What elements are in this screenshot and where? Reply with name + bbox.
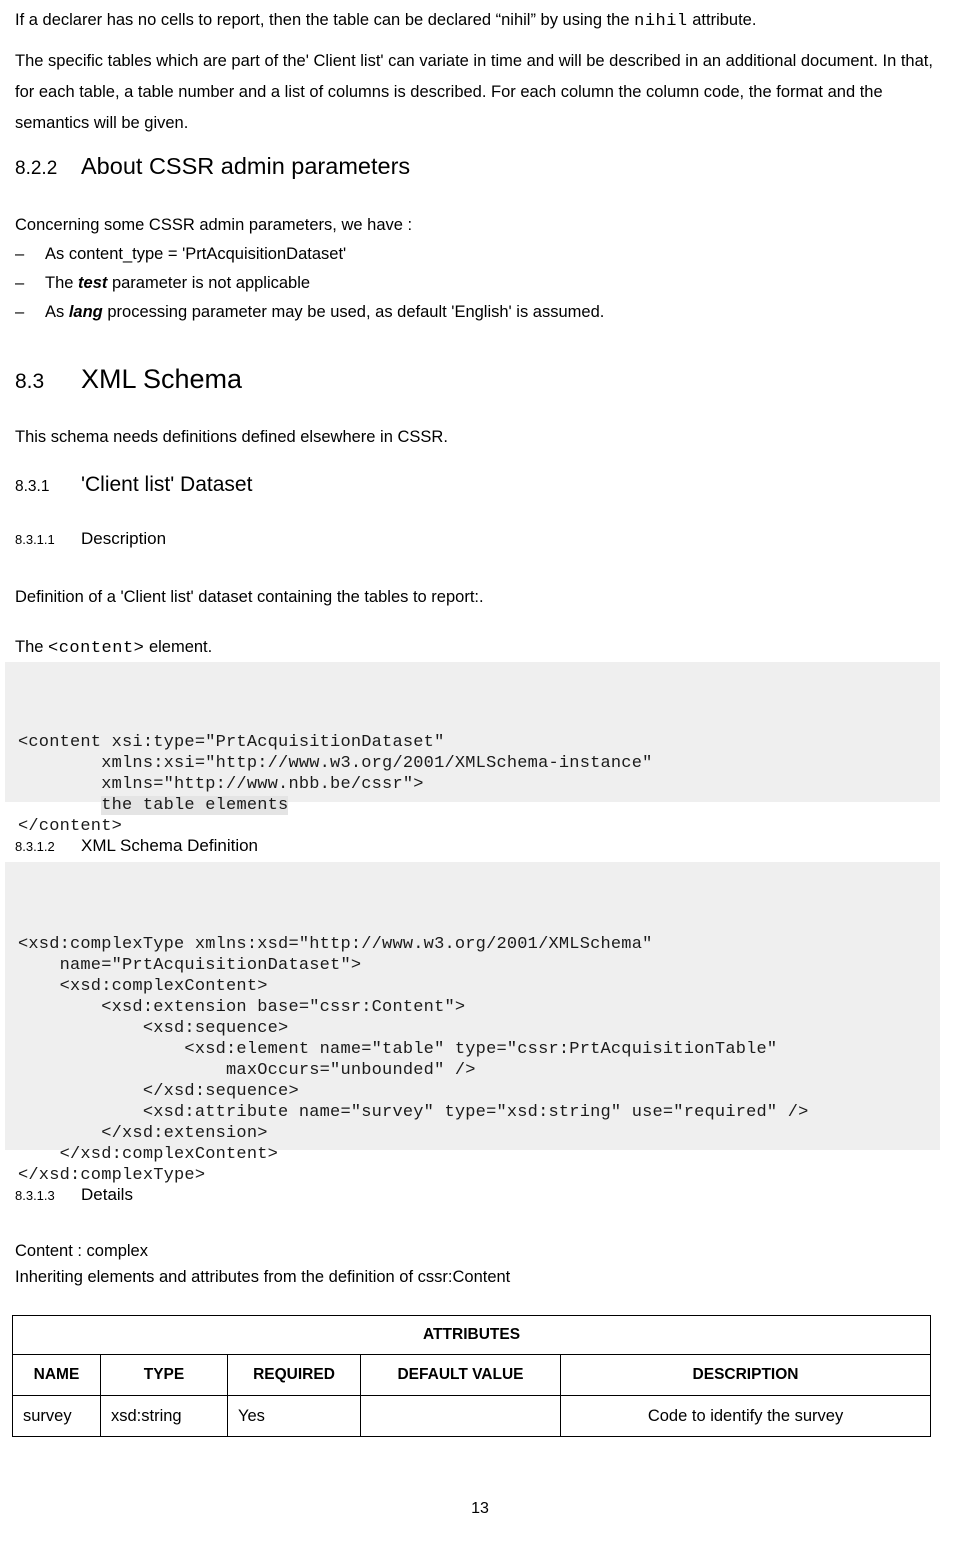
- column-header-default-value: DEFAULT VALUE: [360, 1354, 561, 1396]
- list-item: – The test parameter is not applicable: [15, 269, 915, 298]
- intro-line1-before: If a declarer has no cells to report, th…: [15, 11, 635, 29]
- heading-8-3-1-1-text: Description: [81, 529, 167, 548]
- code-line: xmlns:xsi="http://www.w3.org/2001/XMLSch…: [18, 754, 653, 773]
- heading-8-3-1-3-number: 8.3.1.3: [15, 1188, 55, 1203]
- heading-8-2-2-text: About CSSR admin parameters: [81, 153, 411, 179]
- cssr-admin-parameter-list: – As content_type = 'PrtAcquisitionDatas…: [15, 240, 915, 327]
- list-item-suffix: processing parameter may be used, as def…: [102, 303, 605, 321]
- heading-8-3-1-2-text: XML Schema Definition: [81, 836, 259, 855]
- dash-marker-icon: –: [15, 274, 25, 292]
- heading-8-3-1-2-number: 8.3.1.2: [15, 839, 55, 854]
- content-tag-inline: <content>: [48, 639, 145, 658]
- list-item: – As lang processing parameter may be us…: [15, 298, 915, 327]
- dash-marker-icon: –: [15, 245, 25, 263]
- intro-paragraph-1: If a declarer has no cells to report, th…: [15, 5, 940, 37]
- cell-default-value: [360, 1395, 561, 1437]
- content-element-suffix: element.: [144, 638, 213, 656]
- list-item-text: As content_type = 'PrtAcquisitionDataset…: [45, 240, 346, 269]
- dash-marker-icon: –: [15, 303, 25, 321]
- heading-8-2-2: 8.2.2 About CSSR admin parameters: [15, 153, 410, 180]
- document-page: If a declarer has no cells to report, th…: [0, 0, 960, 1544]
- content-example-code-block: <content xsi:type="PrtAcquisitionDataset…: [5, 662, 940, 836]
- heading-8-3-1-1: 8.3.1.1 Description: [15, 529, 166, 549]
- attributes-table: ATTRIBUTES NAME TYPE REQUIRED DEFAULT VA…: [11, 1315, 932, 1437]
- intro-line1-after: attribute.: [687, 11, 757, 29]
- attributes-table-title: ATTRIBUTES: [11, 1315, 932, 1355]
- heading-8-3-1-3-text: Details: [81, 1185, 133, 1204]
- heading-8-3-1-3: 8.3.1.3 Details: [15, 1185, 133, 1205]
- cell-required: Yes: [227, 1395, 361, 1437]
- cell-name: survey: [12, 1395, 101, 1437]
- code-line-highlight: the table elements: [101, 796, 289, 815]
- details-inheriting-line: Inheriting elements and attributes from …: [15, 1268, 511, 1286]
- list-item-prefix: The: [45, 274, 79, 292]
- column-header-description: DESCRIPTION: [559, 1354, 932, 1396]
- table-title-row: ATTRIBUTES: [11, 1315, 932, 1355]
- intro-paragraph-2: The specific tables which are part of th…: [15, 52, 933, 132]
- list-item-emphasis: test: [78, 274, 108, 292]
- heading-8-3-number: 8.3: [15, 370, 45, 393]
- heading-8-2-2-number: 8.2.2: [15, 158, 58, 179]
- list-item-prefix: As content_type = 'PrtAcquisitionDataset…: [45, 245, 347, 263]
- table-row: survey xsd:string Yes Code to identify t…: [12, 1395, 932, 1437]
- cell-description: Code to identify the survey: [559, 1395, 932, 1437]
- heading-8-3-1-text: 'Client list' Dataset: [81, 473, 253, 496]
- code-block-inner: <xsd:complexType xmlns:xsd="http://www.w…: [18, 935, 809, 1185]
- code-block-inner: <content xsi:type="PrtAcquisitionDataset…: [5, 732, 940, 837]
- list-item-prefix: As: [45, 303, 69, 321]
- column-header-required: REQUIRED: [227, 1354, 361, 1396]
- xsd-schema-code-block: <xsd:complexType xmlns:xsd="http://www.w…: [5, 862, 940, 1185]
- code-line: <content xsi:type="PrtAcquisitionDataset…: [18, 733, 445, 752]
- list-item-text: As lang processing parameter may be used…: [45, 298, 604, 327]
- list-item-suffix: parameter is not applicable: [107, 274, 311, 292]
- list-item: – As content_type = 'PrtAcquisitionDatas…: [15, 240, 915, 269]
- heading-8-3-1: 8.3.1 'Client list' Dataset: [15, 473, 252, 497]
- content-element-line: The <content> element.: [15, 632, 940, 664]
- column-header-type: TYPE: [100, 1354, 228, 1396]
- heading-8-3-1-2: 8.3.1.2 XML Schema Definition: [15, 836, 258, 856]
- page-number: 13: [471, 1500, 489, 1517]
- list-item-emphasis: lang: [68, 303, 103, 321]
- cssr-admin-lead-in: Concerning some CSSR admin parameters, w…: [15, 216, 413, 234]
- code-line-indent: [18, 796, 101, 815]
- column-header-name: NAME: [12, 1354, 101, 1396]
- cell-type: xsd:string: [100, 1395, 228, 1437]
- xml-schema-intro: This schema needs definitions defined el…: [15, 428, 448, 446]
- heading-8-3: 8.3 XML Schema: [15, 364, 242, 395]
- nihil-code-inline: nihil: [634, 12, 688, 31]
- dataset-definition-text: Definition of a 'Client list' dataset co…: [15, 588, 484, 606]
- heading-8-3-text: XML Schema: [81, 364, 243, 394]
- code-line: xmlns="http://www.nbb.be/cssr">: [18, 775, 424, 794]
- code-line: </content>: [18, 817, 123, 836]
- heading-8-3-1-1-number: 8.3.1.1: [15, 532, 55, 547]
- content-element-prefix: The: [15, 638, 49, 656]
- heading-8-3-1-number: 8.3.1: [15, 478, 50, 495]
- table-header-row: NAME TYPE REQUIRED DEFAULT VALUE DESCRIP…: [12, 1354, 932, 1396]
- list-item-text: The test parameter is not applicable: [45, 269, 310, 298]
